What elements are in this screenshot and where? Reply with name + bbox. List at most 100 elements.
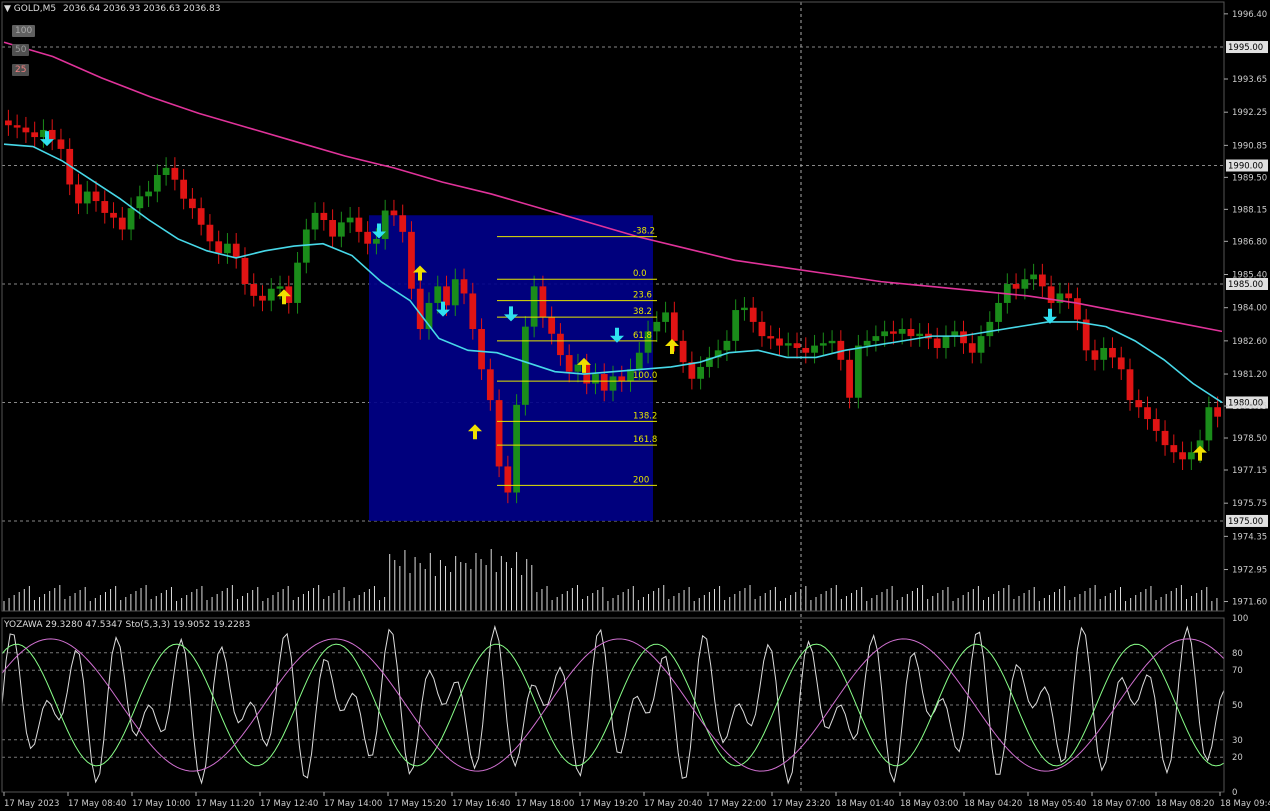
candle-body [1065,293,1073,299]
candle-body [118,217,126,230]
fib-label: 138.2 [633,411,657,421]
candle-body [741,307,748,311]
candle-body [250,283,258,296]
candle-body [828,340,836,344]
time-tick-label: 17 May 20:40 [644,799,702,809]
price-tick-label: 1979.85 [1232,402,1267,412]
candle-body [75,184,82,204]
candle-body [1152,419,1160,431]
candle-body [110,212,117,218]
time-tick-label: 17 May 19:20 [580,799,638,809]
time-tick-label: 17 May 12:40 [260,799,318,809]
candle-body [224,243,231,254]
candle-body [1030,274,1037,280]
candle-body [574,364,582,372]
time-tick-label: 18 May 04:20 [964,799,1022,809]
price-tick-label: 1975.75 [1232,499,1267,509]
ma100-button[interactable]: 100 [12,25,36,37]
candle-body [1038,274,1046,287]
candle-body [145,191,152,197]
level-tag-text: 1975.00 [1228,517,1263,527]
candle-body [83,191,91,204]
candle-body [276,286,284,289]
level-tag-text: 1985.00 [1228,280,1263,290]
candle-body [136,196,144,209]
candle-body [486,369,494,401]
candle-body [521,326,529,405]
price-tick-label: 1981.20 [1232,370,1267,380]
fib-label: 0.0 [633,269,647,279]
osc-tick-label: 70 [1232,666,1243,676]
candle-body [329,220,336,237]
time-tick-label: 17 May 15:20 [388,799,446,809]
buy-arrow-icon [1193,445,1207,461]
symbol-label: GOLD,M5 [13,4,57,14]
candle-body [92,191,100,202]
fib-label: 100.0 [633,371,657,381]
ma50-button[interactable]: 50 [12,44,30,56]
candle-body [311,212,319,230]
candle-body [302,229,310,263]
candle-body [373,238,380,244]
price-tick-label: 1978.50 [1232,434,1267,444]
price-tick-label: 1977.15 [1232,466,1267,476]
candle-body [48,129,56,140]
osc-tick-label: 0 [1232,788,1237,798]
volume-histogram [3,549,1218,611]
candle-body [697,366,705,379]
candle-body [57,139,65,149]
candle-body [1135,400,1143,408]
candle-body [758,321,766,337]
price-tick-label: 1992.25 [1232,108,1267,118]
candle-body [13,125,21,128]
candle-body [784,343,792,346]
candle-body [346,217,354,223]
osc-tick-label: 80 [1232,649,1243,659]
candle-body [898,329,906,334]
candle-body [478,329,485,370]
candle-body [1205,407,1213,441]
price-tick-label: 1974.35 [1232,532,1267,542]
candle-body [802,347,810,353]
candle-body [1170,445,1178,453]
candle-body [215,241,223,254]
candle-body [1074,298,1081,320]
time-tick-label: 17 May 16:40 [452,799,510,809]
candle-body [337,222,345,237]
price-tick-label: 1993.65 [1232,75,1267,85]
candle-body [767,336,775,339]
candle-body [670,312,678,341]
price-tick-label: 1988.15 [1232,205,1267,215]
candle-body [451,279,459,306]
fib-label: 61.8 [633,331,652,341]
candle-body [863,340,871,346]
candle-body [390,210,398,216]
candle-body [232,243,240,258]
time-tick-label: 17 May 18:00 [516,799,574,809]
candle-body [127,208,135,230]
ma25-button[interactable]: 25 [12,64,30,76]
candle-body [206,224,214,242]
price-tick-label: 1989.50 [1232,173,1267,183]
candle-body [495,400,503,467]
fib-label: 38.2 [633,307,652,317]
candle-body [662,312,669,322]
candle-body [565,355,573,372]
time-tick-label: 17 May 10:00 [132,799,190,809]
dropdown-icon[interactable]: ▼ [4,4,11,14]
price-chart[interactable]: -38.20.023.638.261.8100.0138.2161.8200 1… [0,0,1270,811]
candle-body [723,340,731,351]
candle-body [618,376,626,382]
level-tag-text: 1995.00 [1228,43,1263,53]
level-tag-text: 1990.00 [1228,162,1263,172]
price-tick-label: 1986.80 [1232,237,1267,247]
time-tick-label: 17 May 22:00 [708,799,766,809]
candle-body [320,212,328,221]
time-tick-label: 17 May 23:20 [772,799,830,809]
candle-body [776,338,783,346]
candle-body [968,343,976,353]
candle-body [995,302,1002,322]
candle-body [101,201,109,213]
candle-body [153,174,161,192]
candle-body [1144,407,1151,420]
